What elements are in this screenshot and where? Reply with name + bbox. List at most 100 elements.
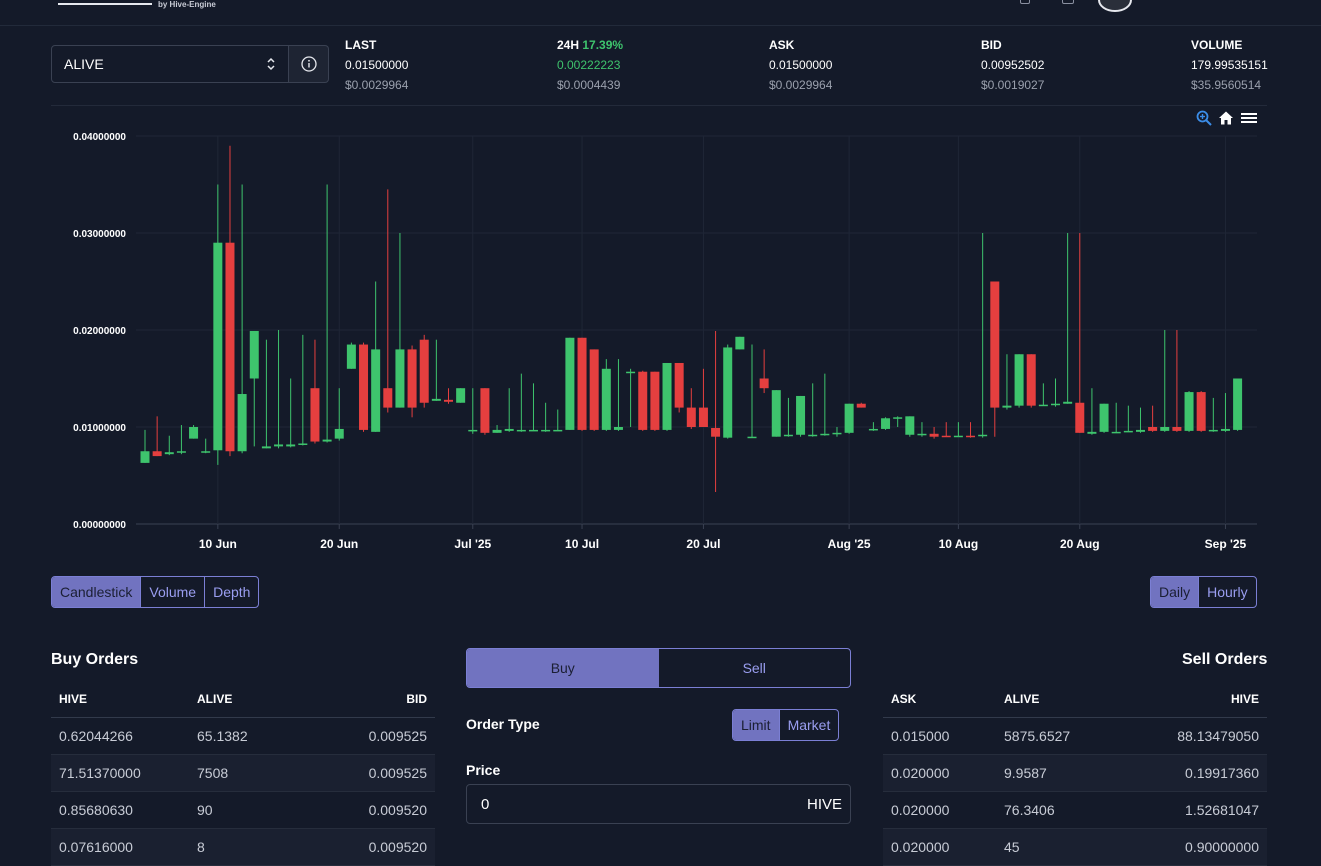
candle-body bbox=[164, 452, 174, 455]
stat-last-label: LAST bbox=[345, 38, 377, 52]
table-row[interactable]: 0.020000 76.3406 1.52681047 bbox=[883, 792, 1267, 829]
candle-body bbox=[1002, 405, 1012, 408]
candle-body bbox=[444, 399, 453, 402]
price-input[interactable]: 0 HIVE bbox=[466, 784, 851, 824]
stat-last: LAST 0.01500000 $0.0029964 bbox=[345, 38, 408, 92]
x-tick-label: 10 Aug bbox=[939, 537, 979, 551]
cell-hive: 71.51370000 bbox=[59, 765, 141, 781]
price-chart[interactable]: 0.00000000 0.01000000 0.02000000 0.03000000… bbox=[51, 106, 1267, 566]
wallet-icon[interactable] bbox=[1020, 0, 1030, 4]
zoom-icon[interactable] bbox=[1196, 110, 1212, 126]
volume-button[interactable]: Volume bbox=[140, 577, 204, 607]
stat-24h-usd: $0.0004439 bbox=[557, 78, 621, 92]
cell-alive: 76.3406 bbox=[1004, 802, 1055, 818]
stat-ask-value: 0.01500000 bbox=[769, 58, 833, 72]
candle-body bbox=[1184, 392, 1194, 431]
cell-hive: 1.52681047 bbox=[1185, 802, 1259, 818]
candle-body bbox=[213, 242, 223, 451]
candle-body bbox=[686, 407, 696, 427]
candle-body bbox=[152, 451, 162, 457]
order-type-label: Order Type bbox=[466, 716, 540, 732]
candle-body bbox=[820, 433, 830, 436]
chart-type-toggle: Candlestick Volume Depth bbox=[51, 576, 260, 608]
cell-ask: 0.015000 bbox=[891, 728, 950, 744]
menu-icon[interactable] bbox=[1240, 110, 1258, 126]
sell-orders-title: Sell Orders bbox=[1182, 651, 1268, 668]
chart-toolbar bbox=[1196, 110, 1258, 126]
token-info-button[interactable] bbox=[289, 45, 329, 83]
candle-body bbox=[808, 434, 818, 437]
candle-body bbox=[1075, 402, 1085, 433]
table-row[interactable]: 0.07616000 8 0.009520 bbox=[51, 829, 435, 866]
stat-bid-value: 0.00952502 bbox=[981, 58, 1045, 72]
candle-body bbox=[735, 336, 745, 350]
stat-last-value: 0.01500000 bbox=[345, 58, 409, 72]
candle-body bbox=[893, 417, 903, 419]
candle-body bbox=[662, 362, 672, 430]
buy-tab[interactable]: Buy bbox=[467, 649, 659, 687]
table-row[interactable]: 0.020000 9.9587 0.19917360 bbox=[883, 755, 1267, 792]
candle-body bbox=[832, 432, 842, 435]
candle-body bbox=[516, 429, 526, 432]
candle-body bbox=[528, 429, 538, 432]
avatar[interactable] bbox=[1098, 0, 1132, 12]
column-header-alive: ALIVE bbox=[1004, 692, 1040, 706]
daily-button[interactable]: Daily bbox=[1151, 577, 1199, 607]
candle-body bbox=[346, 344, 356, 369]
candle-body bbox=[140, 451, 150, 463]
table-row[interactable]: 71.51370000 7508 0.009525 bbox=[51, 755, 435, 792]
table-row[interactable]: 0.62044266 65.1382 0.009525 bbox=[51, 718, 435, 755]
cell-hive: 0.07616000 bbox=[59, 839, 133, 855]
stat-last-usd: $0.0029964 bbox=[345, 78, 409, 92]
candle-body bbox=[905, 416, 915, 435]
table-row[interactable]: 0.85680630 90 0.009520 bbox=[51, 792, 435, 829]
hourly-button[interactable]: Hourly bbox=[1198, 577, 1255, 607]
limit-button[interactable]: Limit bbox=[733, 710, 779, 740]
candle-body bbox=[698, 407, 708, 427]
cell-hive: 0.62044266 bbox=[59, 728, 133, 744]
candle-body bbox=[953, 435, 963, 438]
candle-body bbox=[565, 337, 575, 430]
notifications-icon[interactable] bbox=[1062, 0, 1074, 4]
candle-body bbox=[1014, 354, 1024, 406]
buy-orders-title: Buy Orders bbox=[51, 651, 139, 668]
table-header: HIVE ALIVE BID bbox=[51, 681, 435, 718]
token-select-value: ALIVE bbox=[64, 56, 104, 72]
stat-bid: BID 0.00952502 $0.0019027 bbox=[981, 38, 1044, 92]
stat-24h-value: 0.00222223 bbox=[557, 58, 621, 72]
candle-body bbox=[856, 403, 866, 408]
candle-body bbox=[322, 439, 332, 442]
candle-body bbox=[941, 435, 951, 438]
candle-body bbox=[613, 427, 623, 430]
cell-ask: 0.020000 bbox=[891, 839, 950, 855]
cell-alive: 8 bbox=[197, 839, 205, 855]
sell-tab[interactable]: Sell bbox=[659, 649, 851, 687]
y-tick-label: 0.04000000 bbox=[73, 132, 126, 143]
token-select[interactable]: ALIVE bbox=[51, 45, 289, 83]
candle-body bbox=[759, 378, 769, 389]
candle-body bbox=[1051, 403, 1060, 406]
price-unit: HIVE bbox=[806, 795, 842, 813]
column-header-hive: HIVE bbox=[59, 692, 88, 706]
candle-body bbox=[638, 371, 648, 430]
buy-sell-toggle: Buy Sell bbox=[466, 648, 851, 688]
depth-button[interactable]: Depth bbox=[204, 577, 258, 607]
candle-body bbox=[274, 444, 284, 447]
candle-body bbox=[456, 388, 466, 403]
stat-24h: 24H 17.39% 0.00222223 $0.0004439 bbox=[557, 38, 623, 92]
table-row[interactable]: 0.020000 45 0.90000000 bbox=[883, 829, 1267, 866]
updown-chevron-icon bbox=[267, 57, 275, 71]
candlestick-button[interactable]: Candlestick bbox=[52, 577, 141, 607]
candle-body bbox=[1160, 427, 1170, 431]
home-icon[interactable] bbox=[1218, 110, 1234, 126]
market-button[interactable]: Market bbox=[778, 710, 839, 740]
top-navbar: by Hive-Engine bbox=[0, 0, 1321, 26]
y-tick-label: 0.01000000 bbox=[73, 423, 126, 434]
brand-logo[interactable] bbox=[58, 3, 152, 5]
interval-toggle: Daily Hourly bbox=[1150, 576, 1257, 608]
candle-body bbox=[553, 429, 563, 432]
stat-volume: VOLUME 179.99535151 $35.9560514 bbox=[1191, 38, 1268, 92]
candle-body bbox=[395, 349, 405, 408]
candle-body bbox=[541, 429, 551, 432]
table-row[interactable]: 0.015000 5875.6527 88.13479050 bbox=[883, 718, 1267, 755]
